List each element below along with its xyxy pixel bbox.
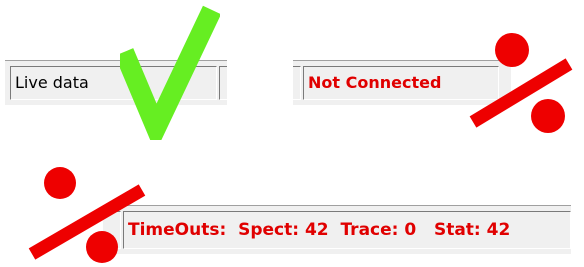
status-cell-timeouts: TimeOuts: Spect: 42 Trace: 0 Stat: 42 xyxy=(123,211,571,249)
percent-dot-bottom xyxy=(531,99,565,133)
status-cell-empty xyxy=(293,66,301,100)
status-bar-timeouts: TimeOuts: Spect: 42 Trace: 0 Stat: 42 xyxy=(103,205,571,255)
status-cell-not-connected: Not Connected xyxy=(303,66,499,100)
status-text-not-connected: Not Connected xyxy=(308,73,442,92)
status-bar-not-connected: Not Connected xyxy=(293,60,511,106)
status-cell-live: Live data xyxy=(10,66,217,100)
percent-dot-top xyxy=(44,167,76,199)
status-text-timeouts: TimeOuts: Spect: 42 Trace: 0 Stat: 42 xyxy=(128,219,511,240)
status-cell-empty xyxy=(219,66,227,100)
status-text-live: Live data xyxy=(15,73,89,92)
status-cell-empty xyxy=(103,211,121,249)
status-bar-live: Live data xyxy=(5,60,227,106)
